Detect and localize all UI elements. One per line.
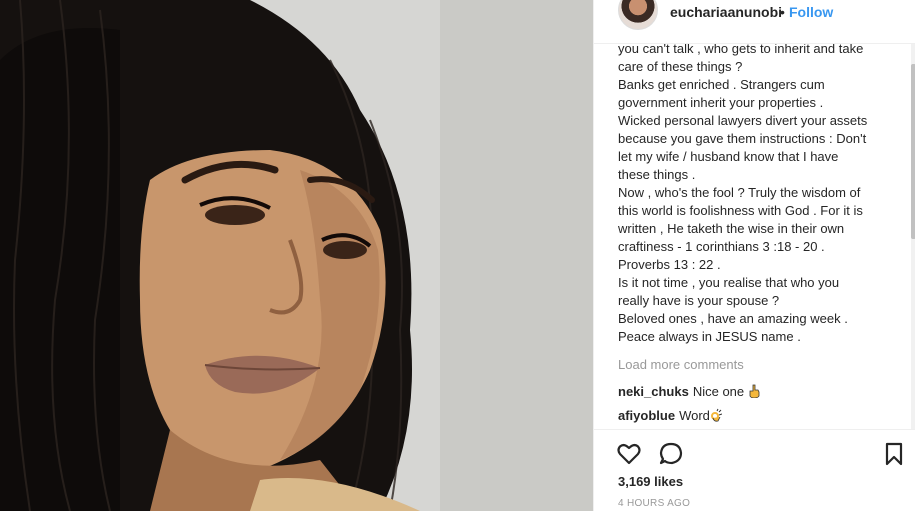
caption-line: you can't talk , who gets to inherit and… [618,44,864,56]
caption-line: this world is foolishness with God . For… [618,203,863,218]
caption-line: Beloved ones , have an amazing week . [618,311,848,326]
pointing-hand-emoji-icon [749,384,760,398]
post-caption: you can't talk , who gets to inherit and… [618,44,900,346]
avatar[interactable] [618,0,658,30]
caption-line: Banks get enriched . Strangers cum [618,77,825,92]
caption-line: Now , who's the fool ? Truly the wisdom … [618,185,861,200]
ok-hand-emoji-icon [710,408,722,422]
caption-line: Wicked personal lawyers divert your asse… [618,113,868,128]
post-timestamp[interactable]: 4 HOURS AGO [618,498,690,509]
post-sidebar: euchariaanunobi • Follow you can't talk … [593,0,915,511]
caption-line: written , He taketh the wise in their ow… [618,221,845,236]
comments-scrollbar[interactable] [911,44,915,429]
post-username[interactable]: euchariaanunobi [670,4,782,20]
follow-button[interactable]: Follow [789,4,833,20]
caption-line: because you gave them instructions : Don… [618,131,867,146]
comment-text: Nice one [692,384,745,399]
load-more-comments-link[interactable]: Load more comments [618,357,744,372]
comment-item: neki_chuks Nice one [618,383,760,401]
likes-count[interactable]: 3,169 likes [618,474,683,489]
portrait-image [0,0,593,511]
comment-username[interactable]: afiyoblue [618,408,675,423]
post-photo[interactable] [0,0,593,511]
comment-text: Word [679,408,710,423]
comments-area[interactable]: you can't talk , who gets to inherit and… [618,44,900,429]
scrollbar-thumb[interactable] [911,64,915,239]
caption-line: let my wife / husband know that I have [618,149,839,164]
caption-line: government inherit your properties . [618,95,824,110]
speech-bubble-icon[interactable] [658,441,684,467]
comment-item: afiyoblue Word [618,407,722,425]
comment-username[interactable]: neki_chuks [618,384,689,399]
caption-line: Proverbs 13 : 22 . [618,257,721,272]
caption-line: Peace always in JESUS name . [618,329,801,344]
post-actions: 3,169 likes 4 HOURS AGO [594,429,915,511]
bookmark-icon[interactable] [881,441,907,467]
caption-line: these things . [618,167,696,182]
caption-line: Is it not time , you realise that who yo… [618,275,840,290]
heart-icon[interactable] [616,441,642,467]
separator-dot: • [780,4,785,20]
post-header: euchariaanunobi • Follow [594,0,915,44]
caption-line: care of these things ? [618,59,743,74]
caption-line: really have is your spouse ? [618,293,780,308]
caption-line: craftiness - 1 corinthians 3 :18 - 20 . [618,239,825,254]
